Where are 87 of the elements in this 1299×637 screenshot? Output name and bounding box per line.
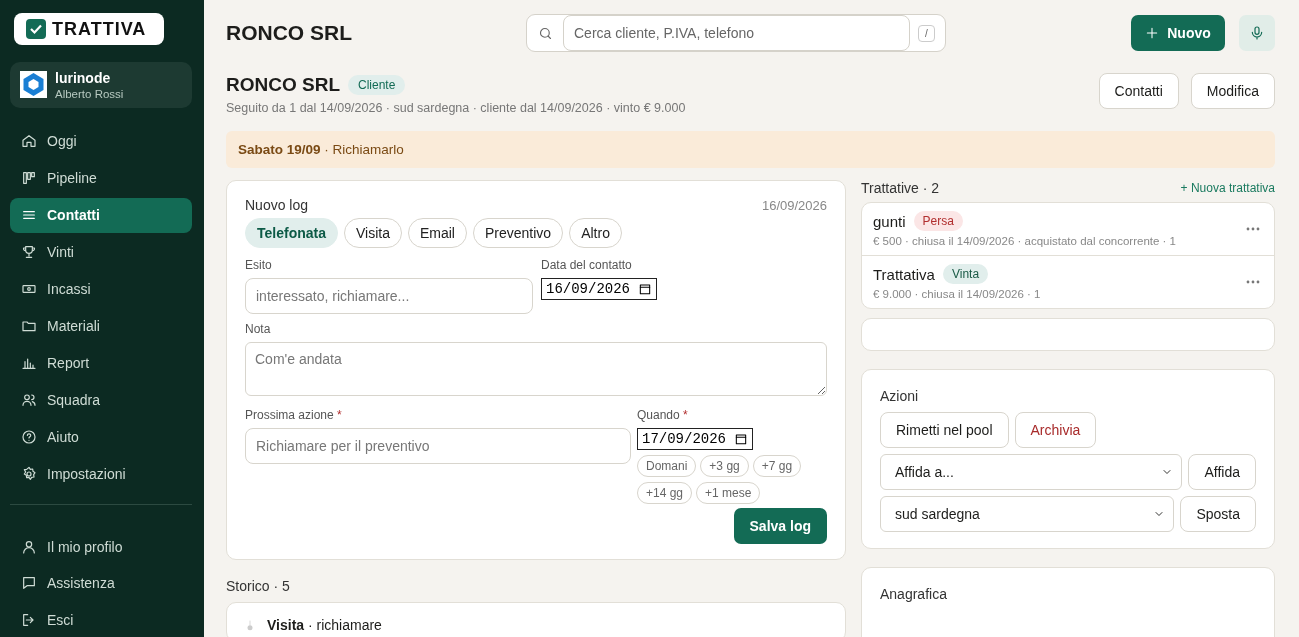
- nav-item[interactable]: Oggi: [10, 123, 192, 159]
- card-title: Azioni: [880, 388, 920, 404]
- columns-icon: [21, 170, 37, 187]
- card-title: Nuovo log: [245, 197, 309, 213]
- logo-text: TRATTIVA: [52, 18, 147, 40]
- quick-date-chip[interactable]: +1 mese: [696, 482, 761, 504]
- input-field[interactable]: interessato, richiamare...: [245, 278, 533, 314]
- field-label: Esito: [245, 258, 273, 272]
- action-button[interactable]: Archivia: [1014, 412, 1097, 448]
- field-label: Quando *: [637, 408, 689, 422]
- page-title: RONCO SRL: [226, 21, 353, 45]
- field-label: Nota: [245, 322, 272, 336]
- nav-item[interactable]: Report: [10, 345, 192, 381]
- client-name: RONCO SRL: [226, 74, 340, 96]
- deal-name: Trattativa: [873, 265, 935, 283]
- deal-name: gunti: [873, 212, 906, 230]
- new-deal-link[interactable]: + Nuova trattativa: [1180, 181, 1275, 195]
- action-button[interactable]: Affida: [1188, 454, 1256, 490]
- microphone-icon: [1249, 25, 1265, 41]
- ellipsis-icon: [1246, 227, 1260, 231]
- users-icon: [21, 392, 37, 409]
- checkmark-icon: [26, 19, 46, 40]
- home-icon: [21, 133, 37, 150]
- type-chip[interactable]: Visita: [344, 218, 402, 248]
- nav-item[interactable]: Contatti: [10, 197, 192, 233]
- nav-item[interactable]: Esci: [10, 602, 192, 637]
- nav-item[interactable]: Materiali: [10, 308, 192, 344]
- client-details: Seguito da 1 dal 14/09/2026 · sud sardegna · cliente dal 14/09/2026 · vinto € 9.000: [226, 101, 686, 115]
- search-icon: [537, 25, 553, 41]
- user-name: Alberto Rossi: [55, 87, 124, 100]
- field-label: Data del contatto: [541, 258, 633, 272]
- quick-date-chip[interactable]: +3 gg: [700, 455, 749, 477]
- note-field[interactable]: Com'e andata: [245, 342, 827, 396]
- nav-item[interactable]: Incassi: [10, 271, 192, 307]
- save-button[interactable]: Salva log: [733, 508, 827, 544]
- status-badge: Cliente: [348, 75, 406, 95]
- field-label: Prossima azione *: [245, 408, 343, 422]
- microphone-button[interactable]: [1239, 15, 1275, 51]
- plus-icon: [1145, 26, 1160, 40]
- quick-date-chip[interactable]: Domani: [637, 455, 697, 477]
- trophy-icon: [21, 244, 37, 261]
- select-field[interactable]: Affida a...: [880, 454, 1183, 490]
- nav-item[interactable]: Aiuto: [10, 419, 192, 455]
- workspace-card[interactable]: lurinode Alberto Rossi: [10, 62, 192, 108]
- type-chip[interactable]: Altro: [569, 218, 622, 248]
- nav-item[interactable]: Vinti: [10, 234, 192, 270]
- section-title: Trattative · 2: [861, 180, 940, 196]
- nav-item[interactable]: Assistenza: [10, 565, 192, 601]
- log-date: 16/09/2026: [761, 197, 827, 213]
- action-button[interactable]: Rimetti nel pool: [880, 412, 1009, 448]
- person-icon: [21, 538, 37, 555]
- input-field[interactable]: Richiamare per il preventivo: [245, 428, 631, 464]
- workspace-name: lurinode: [55, 69, 112, 86]
- shortcut-key: /: [918, 24, 935, 42]
- nav-item[interactable]: Impostazioni: [10, 456, 192, 492]
- calendar-icon: [734, 432, 748, 446]
- quick-date-chip[interactable]: +7 gg: [752, 455, 802, 477]
- status-badge: Persa: [913, 211, 963, 231]
- status-badge: Vinta: [942, 264, 989, 284]
- quick-date-chip[interactable]: +14 gg: [637, 482, 693, 504]
- nav-item[interactable]: Squadra: [10, 382, 192, 418]
- chat-icon: [21, 575, 37, 591]
- reminder-banner: Sabato 19/09 · Richiamarlo: [226, 131, 1275, 168]
- ellipsis-icon: [1246, 280, 1260, 284]
- deal-details: € 500 · chiusa il 14/09/2026 · acquistato dal concorrente · 1: [873, 235, 1177, 247]
- settings-icon: [21, 466, 37, 483]
- action-button[interactable]: Contatti: [1098, 73, 1179, 109]
- select-field[interactable]: sud sardegna: [880, 496, 1175, 532]
- date-field[interactable]: 16/09/2026: [541, 278, 657, 300]
- nav-item[interactable]: Pipeline: [10, 160, 192, 196]
- action-button[interactable]: Sposta: [1180, 496, 1256, 532]
- type-chip[interactable]: Preventivo: [473, 218, 564, 248]
- card-title: Anagrafica: [880, 586, 948, 602]
- help-icon: [21, 429, 37, 446]
- action-button[interactable]: Modifica: [1190, 73, 1275, 109]
- new-button[interactable]: Nuovo: [1131, 15, 1225, 51]
- history-entry: Visita · richiamare: [267, 617, 382, 633]
- deal-details: € 9.000 · chiusa il 14/09/2026 · 1: [873, 288, 1041, 300]
- bar-chart-icon: [21, 355, 37, 372]
- nav-item[interactable]: Il mio profilo: [10, 529, 192, 564]
- calendar-icon: [638, 282, 652, 296]
- section-title: Storico · 5: [226, 578, 291, 594]
- type-chip[interactable]: Telefonata: [245, 218, 338, 248]
- date-field[interactable]: 17/09/2026: [637, 428, 753, 450]
- search-field[interactable]: Cerca cliente, P.IVA, telefono /: [526, 14, 946, 52]
- hexagon-logo-icon: [20, 71, 47, 99]
- type-chip[interactable]: Email: [407, 218, 467, 248]
